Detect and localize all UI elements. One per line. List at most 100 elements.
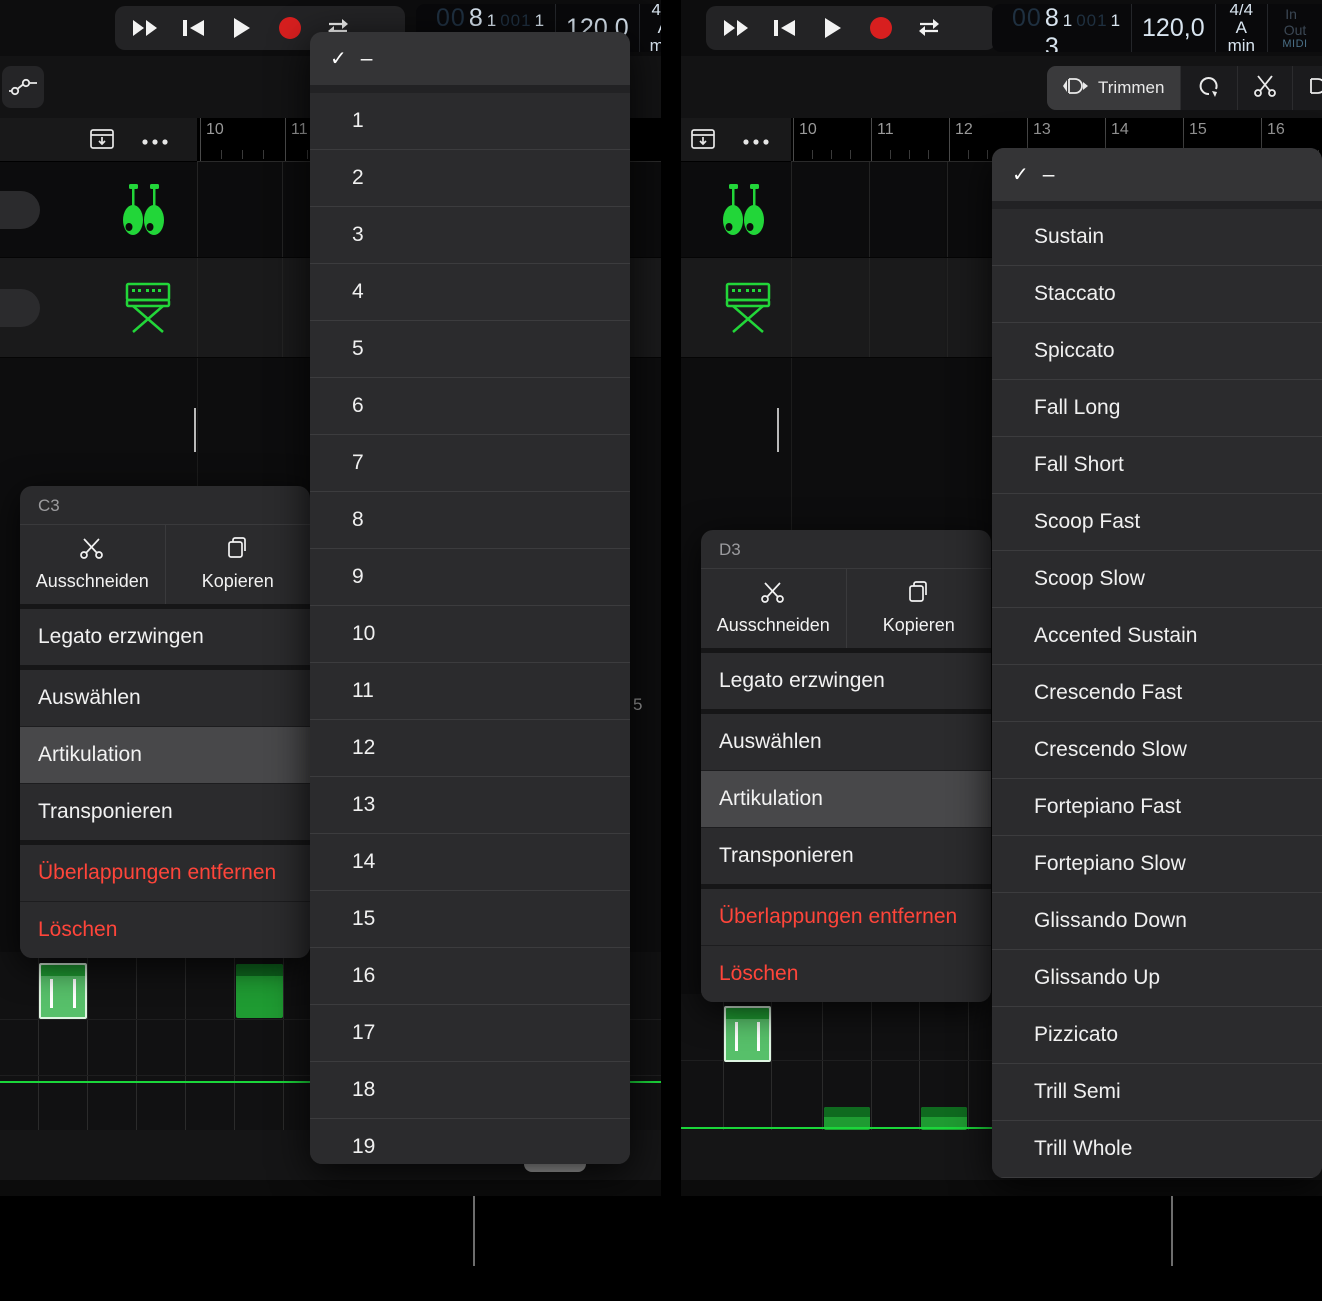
lcd-position-right: 00 8 3 1 001 1 <box>1002 4 1133 52</box>
articulation-id-option-16[interactable]: 17 <box>310 1004 630 1061</box>
insert-icon[interactable] <box>90 128 114 155</box>
articulation-id-option-10[interactable]: 11 <box>310 662 630 719</box>
note[interactable] <box>236 964 283 1018</box>
record-icon[interactable] <box>277 15 303 41</box>
articulation-name-option-17[interactable]: Tremolo <box>992 1177 1322 1178</box>
track-toggle[interactable] <box>0 289 40 327</box>
cut-button[interactable]: Ausschneiden <box>20 525 166 604</box>
articulation-id-option-13[interactable]: 14 <box>310 833 630 890</box>
articulation-name-option-6[interactable]: Scoop Slow <box>992 550 1322 607</box>
lcd-display-right[interactable]: 00 8 3 1 001 1 120,0 4/4 A min In Out MI… <box>992 4 1322 52</box>
articulation-id-option-7[interactable]: 8 <box>310 491 630 548</box>
articulation-id-option-6[interactable]: 7 <box>310 434 630 491</box>
articulation-name-option-16[interactable]: Trill Whole <box>992 1120 1322 1177</box>
menu-item-articulation[interactable]: Artikulation <box>701 770 991 827</box>
articulation-name-option-11[interactable]: Fortepiano Slow <box>992 835 1322 892</box>
transport-controls-right <box>706 6 996 50</box>
menu-item-remove-overlaps[interactable]: Überlappungen entfernen <box>701 884 991 945</box>
menu-item-legato[interactable]: Legato erzwingen <box>701 648 991 709</box>
track-toggle[interactable] <box>0 191 40 229</box>
articulation-name-option-0[interactable]: Sustain <box>992 209 1322 265</box>
articulation-name-option-1[interactable]: Staccato <box>992 265 1322 322</box>
articulation-id-option-9[interactable]: 10 <box>310 605 630 662</box>
menu-item-articulation[interactable]: Artikulation <box>20 726 310 783</box>
split-tool[interactable] <box>1293 66 1322 110</box>
dropdown-list[interactable]: Sustain Staccato Spiccato Fall Long Fall Sho… <box>992 209 1322 1178</box>
ruler-tick <box>850 150 851 159</box>
articulation-name-option-8[interactable]: Crescendo Fast <box>992 664 1322 721</box>
context-menu-left[interactable]: C3 Ausschneiden Kopieren Legato erzwinge… <box>20 486 310 958</box>
cut-label: Ausschneiden <box>35 571 149 591</box>
rewind-to-start-icon[interactable] <box>772 15 798 41</box>
cut-copy-row: Ausschneiden Kopieren <box>701 568 991 648</box>
menu-item-select[interactable]: Auswählen <box>20 665 310 726</box>
fast-forward-icon[interactable] <box>724 15 750 41</box>
lcd-tempo-right: 120,0 <box>1132 4 1216 52</box>
edit-tools-group[interactable]: Trimmen <box>1047 66 1322 110</box>
note-selected[interactable] <box>39 963 87 1019</box>
loop-tool[interactable] <box>1181 66 1239 110</box>
copy-button[interactable]: Kopieren <box>847 569 992 648</box>
menu-item-remove-overlaps[interactable]: Überlappungen entfernen <box>20 840 310 901</box>
articulation-name-option-15[interactable]: Trill Semi <box>992 1063 1322 1120</box>
articulation-name-option-12[interactable]: Glissando Down <box>992 892 1322 949</box>
dropdown-selected-row[interactable]: ✓ – <box>992 148 1322 201</box>
menu-item-delete[interactable]: Löschen <box>701 945 991 1002</box>
articulation-name-option-4[interactable]: Fall Short <box>992 436 1322 493</box>
context-menu-right[interactable]: D3 Ausschneiden Kopieren Legato erzwinge… <box>701 530 991 1002</box>
articulation-id-option-11[interactable]: 12 <box>310 719 630 776</box>
fast-forward-icon[interactable] <box>133 15 159 41</box>
automation-icon[interactable] <box>2 66 44 108</box>
dropdown-selected-label: – <box>1042 162 1055 186</box>
articulation-id-option-12[interactable]: 13 <box>310 776 630 833</box>
ruler-bar-label: 15 <box>1189 121 1207 138</box>
rewind-to-start-icon[interactable] <box>181 15 207 41</box>
articulation-name-option-2[interactable]: Spiccato <box>992 322 1322 379</box>
menu-item-delete[interactable]: Löschen <box>20 901 310 958</box>
articulation-id-option-17[interactable]: 18 <box>310 1061 630 1118</box>
insert-icon[interactable] <box>691 128 715 155</box>
articulation-id-option-3[interactable]: 4 <box>310 263 630 320</box>
articulation-name-option-13[interactable]: Glissando Up <box>992 949 1322 1006</box>
articulation-name-option-5[interactable]: Scoop Fast <box>992 493 1322 550</box>
articulation-id-option-14[interactable]: 15 <box>310 890 630 947</box>
articulation-id-option-1[interactable]: 2 <box>310 149 630 206</box>
ruler-bar: 10 <box>793 118 817 161</box>
articulation-name-option-3[interactable]: Fall Long <box>992 379 1322 436</box>
copy-button[interactable]: Kopieren <box>166 525 311 604</box>
dropdown-list[interactable]: 1234567891011121314151617181920 <box>310 93 630 1164</box>
record-icon[interactable] <box>868 15 894 41</box>
dropdown-selected-row[interactable]: ✓ – <box>310 32 630 85</box>
loop-icon <box>1197 74 1221 103</box>
more-options-icon[interactable] <box>743 133 769 151</box>
menu-item-select[interactable]: Auswählen <box>701 709 991 770</box>
articulation-id-option-15[interactable]: 16 <box>310 947 630 1004</box>
articulation-id-option-4[interactable]: 5 <box>310 320 630 377</box>
check-icon: ✓ <box>330 48 347 70</box>
articulation-name-option-9[interactable]: Crescendo Slow <box>992 721 1322 778</box>
articulation-id-option-8[interactable]: 9 <box>310 548 630 605</box>
articulation-name-dropdown[interactable]: ✓ – Sustain Staccato Spiccato Fall Long Fall… <box>992 148 1322 1178</box>
more-options-icon[interactable] <box>142 133 168 151</box>
trim-tool[interactable]: Trimmen <box>1047 66 1182 110</box>
cycle-icon[interactable] <box>916 15 942 41</box>
articulation-id-option-0[interactable]: 1 <box>310 93 630 149</box>
articulation-name-option-7[interactable]: Accented Sustain <box>992 607 1322 664</box>
menu-item-transpose[interactable]: Transponieren <box>20 783 310 840</box>
menu-item-transpose[interactable]: Transponieren <box>701 827 991 884</box>
articulation-name-option-10[interactable]: Fortepiano Fast <box>992 778 1322 835</box>
articulation-id-option-5[interactable]: 6 <box>310 377 630 434</box>
lcd-pos-dim-prefix: 00 <box>1012 4 1042 32</box>
articulation-id-dropdown[interactable]: ✓ – 1234567891011121314151617181920 <box>310 32 630 1164</box>
articulation-id-option-2[interactable]: 3 <box>310 206 630 263</box>
play-icon[interactable] <box>820 15 846 41</box>
ruler-bar: 11 <box>871 118 894 161</box>
scissors-tool[interactable] <box>1238 66 1294 110</box>
scissors-icon <box>1254 74 1277 103</box>
note-selected[interactable] <box>724 1006 771 1062</box>
articulation-id-option-18[interactable]: 19 <box>310 1118 630 1164</box>
articulation-name-option-14[interactable]: Pizzicato <box>992 1006 1322 1063</box>
menu-item-legato[interactable]: Legato erzwingen <box>20 604 310 665</box>
play-icon[interactable] <box>229 15 255 41</box>
cut-button[interactable]: Ausschneiden <box>701 569 847 648</box>
